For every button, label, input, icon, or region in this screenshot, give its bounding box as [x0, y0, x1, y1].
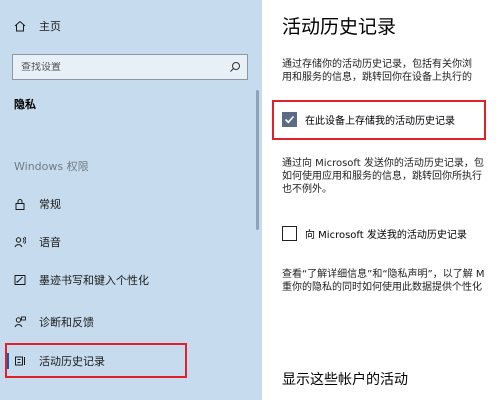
- pen-icon: [14, 275, 26, 285]
- highlight-box: [5, 343, 187, 378]
- checkbox[interactable]: [282, 226, 297, 241]
- search-box[interactable]: [12, 54, 248, 80]
- search-input[interactable]: [21, 61, 221, 73]
- group-label: Windows 权限: [14, 160, 89, 173]
- sidebar-item-label: 常规: [39, 198, 61, 211]
- accounts-subheading: 显示这些帐户的活动: [282, 372, 408, 388]
- home-label: 主页: [39, 20, 61, 33]
- sidebar-item-label: 语音: [39, 236, 61, 249]
- description-1: 通过存储你的活动历史记录，包括有关你浏 用和服务的信息，跳转回你在设备上执行的: [282, 59, 472, 83]
- sidebar-item-diagnostics[interactable]: 诊断和反馈: [0, 309, 262, 335]
- sidebar: 主页 隐私 Windows 权限 常规 语音 墨迹书写和键入个性化 诊断和反馈 …: [0, 0, 262, 400]
- sidebar-item-inking[interactable]: 墨迹书写和键入个性化: [0, 267, 262, 293]
- send-history-checkbox[interactable]: 向 Microsoft 发送我的活动历史记录: [282, 226, 467, 241]
- search-icon[interactable]: [229, 61, 241, 73]
- sidebar-item-label: 墨迹书写和键入个性化: [39, 274, 149, 287]
- sidebar-item-general[interactable]: 常规: [0, 191, 262, 217]
- voice-icon: [14, 236, 26, 248]
- feedback-icon: [14, 316, 26, 328]
- highlight-box: [272, 100, 486, 140]
- lock-icon: [15, 199, 25, 210]
- description-3: 查看“了解详细信息”和“隐私声明”，以了解 M 重你的隐私的同时如何使用此数据提…: [282, 269, 485, 293]
- home-icon: [14, 20, 26, 32]
- sidebar-scrollbar[interactable]: [256, 90, 259, 230]
- checkbox-label: 向 Microsoft 发送我的活动历史记录: [305, 230, 467, 241]
- home-link[interactable]: 主页: [14, 18, 61, 34]
- sidebar-item-label: 诊断和反馈: [39, 316, 94, 329]
- sidebar-item-speech[interactable]: 语音: [0, 229, 262, 255]
- page-title: 活动历史记录: [282, 16, 397, 38]
- section-title: 隐私: [14, 98, 36, 111]
- description-2: 通过向 Microsoft 发送你的活动历史记录，包 如何使用应用和服务的信息，…: [282, 158, 484, 195]
- main-panel: 活动历史记录 通过存储你的活动历史记录，包括有关你浏 用和服务的信息，跳转回你在…: [262, 0, 501, 400]
